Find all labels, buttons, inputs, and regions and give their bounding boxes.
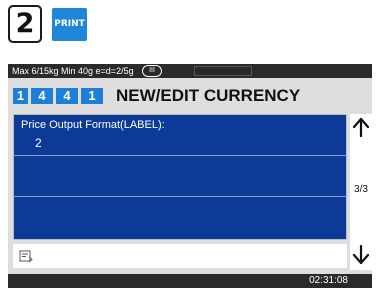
side-navigation: 3/3: [350, 114, 372, 270]
menu-code-digit: 4: [31, 88, 53, 104]
scale-spec-text: Max 6/15kg Min 40g e=d=2/5g: [12, 66, 134, 76]
down-arrow-icon[interactable]: [350, 244, 372, 266]
print-key-icon: PRINT: [52, 8, 87, 41]
menu-code-digit: 1: [13, 88, 28, 104]
list-item[interactable]: Price Output Format(LABEL): 2: [14, 115, 346, 156]
page-indicator: 3/3: [354, 184, 368, 195]
screen-title: NEW/EDIT CURRENCY: [116, 86, 301, 105]
menu-code-digit: 4: [56, 88, 78, 104]
accuracy-class-badge: III: [142, 65, 162, 77]
clock: 02:31:08: [309, 275, 348, 286]
step-number: 2: [8, 5, 42, 43]
list-item[interactable]: [14, 156, 346, 197]
footer-bar: 02:31:08: [8, 274, 372, 288]
menu-code: 1 4 4 1: [13, 88, 103, 104]
up-arrow-icon[interactable]: [350, 116, 372, 138]
input-line[interactable]: [13, 244, 347, 268]
list-item[interactable]: [14, 197, 346, 239]
settings-list: Price Output Format(LABEL): 2: [13, 114, 347, 240]
field-label: Price Output Format(LABEL):: [21, 119, 165, 131]
menu-code-digit: 1: [81, 88, 103, 104]
status-bar: Max 6/15kg Min 40g e=d=2/5g III: [8, 64, 372, 78]
field-value: 2: [35, 136, 42, 150]
edit-input-icon: [19, 249, 33, 263]
scale-screen: Max 6/15kg Min 40g e=d=2/5g III 1 4 4 1 …: [8, 64, 372, 288]
status-indicator-panel: [194, 66, 252, 76]
